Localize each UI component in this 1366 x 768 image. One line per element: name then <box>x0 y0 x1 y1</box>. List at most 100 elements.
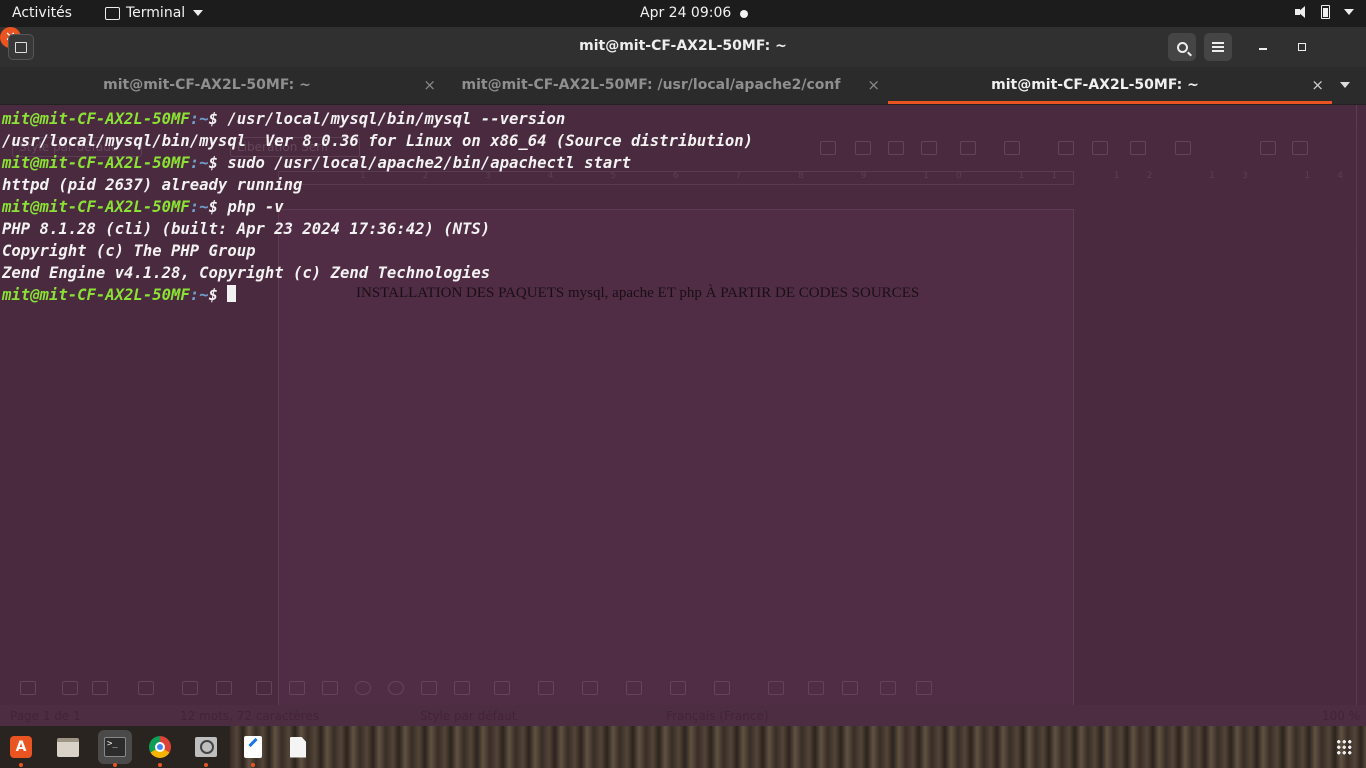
terminal-output-line: Copyright (c) The PHP Group <box>2 242 256 260</box>
terminal-output-line: PHP 8.1.28 (cli) (built: Apr 23 2024 17:… <box>2 220 491 238</box>
running-indicator <box>204 763 208 767</box>
running-indicator <box>251 763 255 767</box>
terminal-output-line: httpd (pid 2637) already running <box>2 176 303 194</box>
terminal-command: /usr/local/mysql/bin/mysql --version <box>227 110 566 128</box>
image-viewer-icon <box>195 737 217 757</box>
tab-home-active[interactable]: mit@mit-CF-AX2L-50MF: ~ × <box>888 67 1332 104</box>
bg-status-style: Style par défaut <box>420 709 517 723</box>
battery-icon <box>1321 5 1330 19</box>
tab-close-icon[interactable]: × <box>423 76 436 94</box>
bg-align-center-icon <box>855 141 871 155</box>
activities-button[interactable]: Activités <box>12 5 72 21</box>
bg-triangle-icon <box>421 681 437 695</box>
bg-line-icon <box>62 681 78 695</box>
terminal-command-line: mit@mit-CF-AX2L-50MF:~$ sudo /usr/local/… <box>2 152 753 174</box>
bg-smiley-icon <box>538 681 554 695</box>
bg-forward-icon <box>1292 141 1308 155</box>
terminal-icon <box>105 6 120 20</box>
bg-block-arrow-icon <box>582 681 598 695</box>
tab-close-icon[interactable]: × <box>1311 76 1324 94</box>
terminal-cursor <box>227 285 237 302</box>
prompt-user: mit@mit-CF-AX2L-50MF <box>2 110 190 128</box>
bg-status-zoom: 100 % <box>1322 709 1361 723</box>
tab-close-icon[interactable]: × <box>867 76 880 94</box>
bg-circle-icon <box>388 681 404 695</box>
search-button[interactable] <box>1168 33 1196 61</box>
tab-label: mit@mit-CF-AX2L-50MF: /usr/local/apache2… <box>461 77 841 93</box>
dock-files[interactable] <box>51 730 85 764</box>
chevron-down-icon <box>1344 9 1354 15</box>
terminal-command-line: mit@mit-CF-AX2L-50MF:~$ php -v <box>2 196 753 218</box>
bg-spacing-icon <box>1130 141 1146 155</box>
tab-apache-conf[interactable]: mit@mit-CF-AX2L-50MF: /usr/local/apache2… <box>444 67 888 104</box>
bg-group-icon <box>768 681 784 695</box>
bg-status-bar: Page 1 de 1 12 mots, 72 caractères Style… <box>0 705 1366 726</box>
hamburger-menu-icon <box>1212 42 1224 52</box>
prompt-symbol: $ <box>208 110 228 128</box>
bg-numbering-icon <box>1004 141 1020 155</box>
bg-callout-icon <box>670 681 686 695</box>
prompt-symbol: $ <box>208 198 228 216</box>
running-indicator <box>19 763 23 767</box>
dock-writer[interactable] <box>236 730 270 767</box>
clock[interactable]: Apr 24 09:06 <box>640 5 731 21</box>
prompt-path: :~ <box>189 110 209 128</box>
dock-terminal[interactable]: >_ <box>98 730 132 767</box>
terminal-header-bar: mit@mit-CF-AX2L-50MF: ~ ✕ <box>0 27 1366 67</box>
prompt-path: :~ <box>189 286 209 304</box>
tab-home-1[interactable]: mit@mit-CF-AX2L-50MF: ~ × <box>0 67 444 104</box>
terminal-command: php -v <box>227 198 284 216</box>
files-icon <box>57 737 79 757</box>
dock-image-viewer[interactable] <box>189 730 223 767</box>
chevron-down-icon <box>193 10 204 16</box>
bg-star-icon <box>626 681 642 695</box>
system-menu[interactable] <box>1295 5 1354 19</box>
dock-ubuntu-software[interactable]: A <box>4 730 38 767</box>
prompt-user: mit@mit-CF-AX2L-50MF <box>2 154 190 172</box>
terminal-view[interactable]: Style par défaut Liberation Serif 1 2 3 … <box>0 105 1366 726</box>
text-editor-writer-icon <box>244 736 262 758</box>
bg-justify-icon <box>921 141 937 155</box>
prompt-path: :~ <box>189 154 209 172</box>
minimize-button[interactable] <box>1255 39 1271 55</box>
terminal-output: mit@mit-CF-AX2L-50MF:~$ /usr/local/mysql… <box>2 108 753 306</box>
bg-arrow-icon <box>92 681 108 695</box>
bg-status-words: 12 mots, 72 caractères <box>180 709 320 723</box>
text-document-icon <box>290 736 306 758</box>
bg-table-icon <box>714 681 730 695</box>
menu-button[interactable] <box>1204 33 1232 61</box>
bg-fontwork-icon <box>842 681 858 695</box>
prompt-user: mit@mit-CF-AX2L-50MF <box>2 286 190 304</box>
bg-status-page: Page 1 de 1 <box>10 709 81 723</box>
bg-status-language: Français (France) <box>666 709 769 723</box>
bg-connector-icon <box>182 681 198 695</box>
bg-right-triangle-icon <box>454 681 470 695</box>
tab-label: mit@mit-CF-AX2L-50MF: ~ <box>103 77 311 93</box>
bg-vertical-scrollbar <box>1356 105 1364 717</box>
terminal-output-line: Zend Engine v4.1.28, Copyright (c) Zend … <box>2 264 491 282</box>
bg-rectangle-icon <box>256 681 272 695</box>
taskbar: A >_ <box>0 726 1366 768</box>
terminal-output-line: /usr/local/mysql/bin/mysql Ver 8.0.36 fo… <box>2 132 754 150</box>
bg-curve-icon <box>138 681 154 695</box>
dock-chrome[interactable] <box>143 730 177 767</box>
bg-square-icon <box>322 681 338 695</box>
bg-extrusion-icon <box>880 681 896 695</box>
prompt-user: mit@mit-CF-AX2L-50MF <box>2 198 190 216</box>
dock-text-document[interactable] <box>281 730 315 764</box>
tab-list-chevron-icon[interactable] <box>1340 82 1350 88</box>
bg-rounded-rect-icon <box>289 681 305 695</box>
app-menu[interactable]: Terminal <box>105 5 204 21</box>
bg-diamond-icon <box>494 681 510 695</box>
bg-align-left-icon <box>820 141 836 155</box>
chrome-icon <box>149 736 171 758</box>
maximize-button[interactable] <box>1294 39 1310 55</box>
volume-icon <box>1295 6 1307 18</box>
window-title: mit@mit-CF-AX2L-50MF: ~ <box>579 38 787 54</box>
bg-shadow-icon <box>916 681 932 695</box>
top-bar: Activités Terminal Apr 24 09:06 <box>0 0 1366 27</box>
running-indicator <box>158 763 162 767</box>
bg-align-right-icon <box>888 141 904 155</box>
show-applications-grid-icon[interactable] <box>1336 739 1352 755</box>
bg-ellipse-icon <box>355 681 371 695</box>
